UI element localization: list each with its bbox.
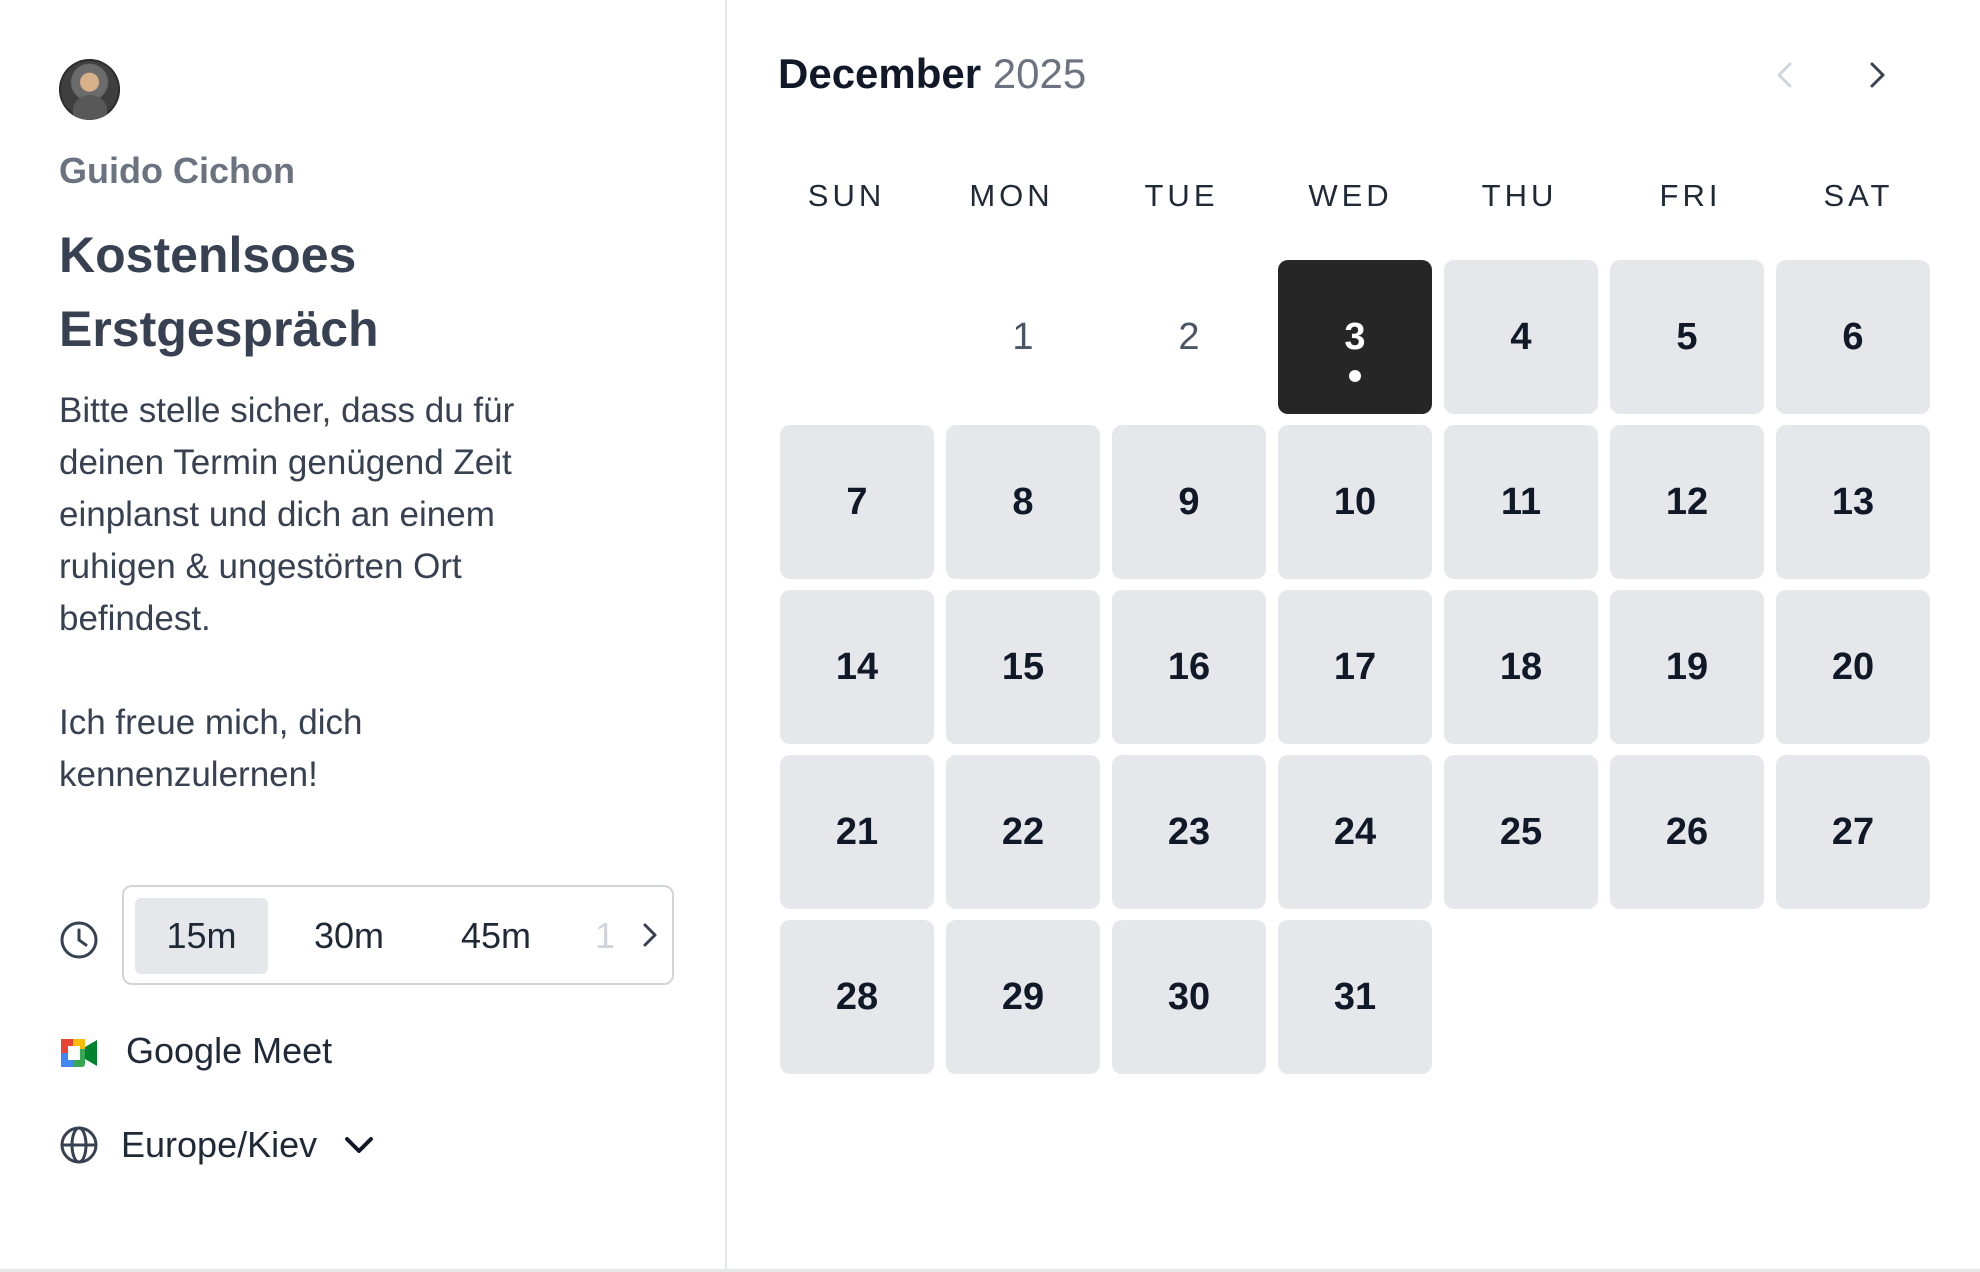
calendar-day-selected[interactable]: 3 xyxy=(1278,260,1432,414)
weekday-tue: TUE xyxy=(1144,178,1219,213)
location-label: Google Meet xyxy=(126,1030,333,1071)
month-year: 2025 xyxy=(992,50,1087,97)
today-dot xyxy=(1349,370,1361,382)
calendar-day[interactable]: 14 xyxy=(780,590,934,744)
host-name: Guido Cichon xyxy=(59,150,295,191)
calendar-day[interactable]: 28 xyxy=(780,920,934,1074)
calendar-day: 1 xyxy=(1012,315,1034,358)
weekday-sun: SUN xyxy=(807,178,886,213)
weekday-thu: THU xyxy=(1481,178,1558,213)
duration-option-45m[interactable]: 45m xyxy=(431,898,561,974)
calendar-day[interactable]: 7 xyxy=(780,425,934,579)
calendar-day[interactable]: 31 xyxy=(1278,920,1432,1074)
calendar-day[interactable]: 17 xyxy=(1278,590,1432,744)
calendar-day[interactable]: 9 xyxy=(1112,425,1266,579)
calendar-day[interactable]: 6 xyxy=(1776,260,1930,414)
calendar-day[interactable]: 22 xyxy=(946,755,1100,909)
event-title: Kostenlsoes Erstgespräch xyxy=(59,227,379,357)
duration-option-15m[interactable]: 15m xyxy=(135,898,268,974)
calendar-day[interactable]: 8 xyxy=(946,425,1100,579)
calendar-day[interactable]: 23 xyxy=(1112,755,1266,909)
calendar-day[interactable]: 26 xyxy=(1610,755,1764,909)
month-title: December 2025 xyxy=(778,50,1086,98)
calendar-day[interactable]: 24 xyxy=(1278,755,1432,909)
calendar-day[interactable]: 12 xyxy=(1610,425,1764,579)
booking-page: Guido Cichon Kostenlsoes Erstgespräch Bi… xyxy=(0,0,1980,1272)
weekday-sat: SAT xyxy=(1823,178,1894,213)
weekday-wed: WED xyxy=(1308,178,1393,213)
calendar-day[interactable]: 13 xyxy=(1776,425,1930,579)
host-avatar xyxy=(59,59,120,120)
month-name: December xyxy=(778,50,982,97)
calendar-day[interactable]: 4 xyxy=(1444,260,1598,414)
calendar-day[interactable]: 19 xyxy=(1610,590,1764,744)
chevron-right-icon[interactable] xyxy=(1862,58,1892,92)
weekday-mon: MON xyxy=(969,178,1054,213)
chevron-right-icon[interactable] xyxy=(637,917,663,953)
duration-option-more[interactable]: 1 xyxy=(590,898,620,974)
event-description: Bitte stelle sicher, dass du für deinen … xyxy=(59,391,515,794)
calendar-day[interactable]: 30 xyxy=(1112,920,1266,1074)
clock-icon xyxy=(60,921,98,959)
calendar-day[interactable]: 21 xyxy=(780,755,934,909)
calendar-day[interactable]: 27 xyxy=(1776,755,1930,909)
calendar-day[interactable]: 11 xyxy=(1444,425,1598,579)
calendar-day: 2 xyxy=(1178,315,1200,358)
duration-selector: 15m 30m 45m 1 xyxy=(122,885,674,985)
calendar-day[interactable]: 5 xyxy=(1610,260,1764,414)
day-number: 3 xyxy=(1344,315,1366,358)
timezone-select[interactable]: Europe/Kiev xyxy=(121,1124,317,1166)
chevron-down-icon[interactable] xyxy=(342,1133,376,1157)
calendar-day[interactable]: 18 xyxy=(1444,590,1598,744)
google-meet-icon xyxy=(61,1039,97,1067)
chevron-left-icon[interactable] xyxy=(1770,58,1800,92)
calendar-day[interactable]: 16 xyxy=(1112,590,1266,744)
weekday-fri: FRI xyxy=(1659,178,1722,213)
calendar-day[interactable]: 20 xyxy=(1776,590,1930,744)
calendar-day[interactable]: 25 xyxy=(1444,755,1598,909)
event-info-panel: Guido Cichon Kostenlsoes Erstgespräch Bi… xyxy=(0,0,727,1272)
globe-icon xyxy=(60,1126,98,1164)
duration-option-30m[interactable]: 30m xyxy=(284,898,414,974)
calendar-day[interactable]: 29 xyxy=(946,920,1100,1074)
calendar-day[interactable]: 15 xyxy=(946,590,1100,744)
calendar-day[interactable]: 10 xyxy=(1278,425,1432,579)
